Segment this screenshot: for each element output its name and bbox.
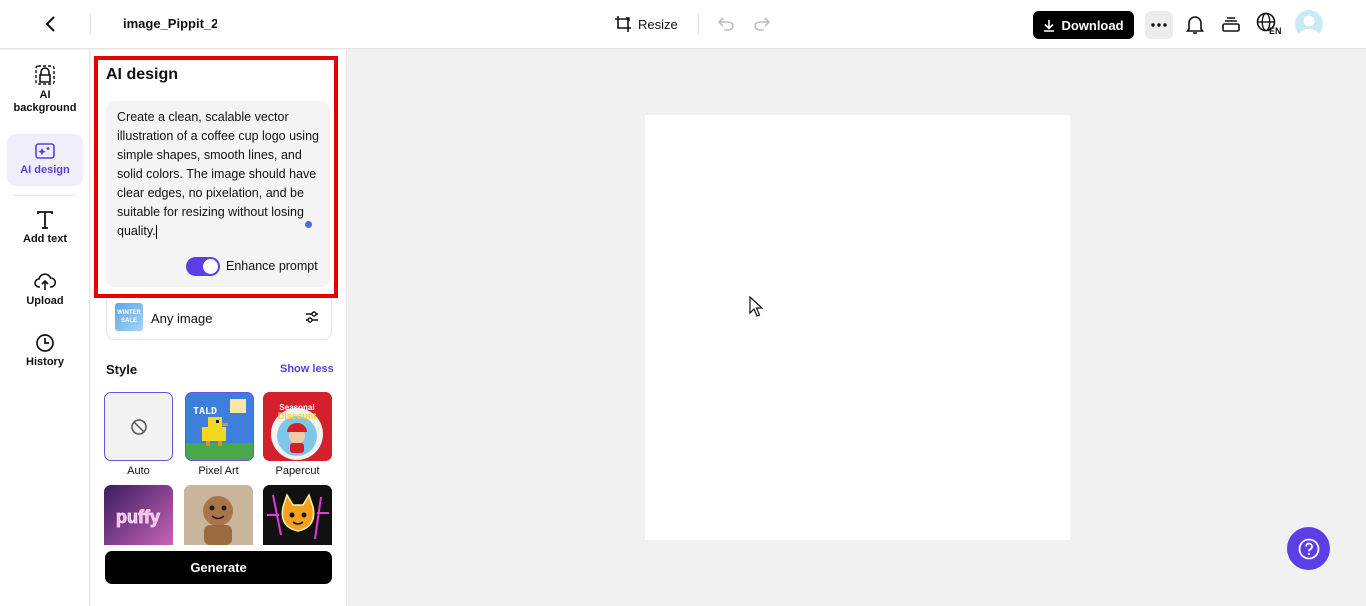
image-type-label: Any image: [151, 311, 213, 326]
rail-divider: [14, 195, 76, 196]
text-cursor: [155, 224, 157, 239]
notifications-button[interactable]: [1182, 12, 1208, 38]
storage-button[interactable]: [1218, 12, 1244, 38]
clay-figure-thumbnail: [184, 485, 253, 545]
no-style-icon: [130, 418, 147, 435]
style-option-neon[interactable]: [263, 485, 332, 545]
style-caption: Papercut: [275, 465, 320, 477]
style-option-papercut[interactable]: Seasonal Discount: [263, 392, 332, 461]
enhance-prompt-toggle[interactable]: [186, 257, 220, 276]
pixel-art-thumbnail: TALD: [186, 393, 253, 460]
generate-button[interactable]: Generate: [105, 551, 332, 584]
prompt-textarea[interactable]: Create a clean, scalable vector illustra…: [117, 108, 327, 241]
rail-item-label: AI design: [20, 164, 70, 176]
download-label: Download: [1061, 17, 1124, 33]
style-section-label: Style: [106, 362, 138, 377]
style-option-auto[interactable]: [104, 392, 173, 461]
mouse-pointer-icon: [749, 296, 763, 317]
more-options-button[interactable]: [1145, 11, 1173, 39]
rail-item-label: History: [26, 356, 64, 368]
rail-item-add-text[interactable]: Add text: [7, 210, 83, 250]
undo-icon: [718, 17, 734, 31]
style-caption: Pixel Art: [198, 465, 239, 477]
stack-icon: [1222, 17, 1240, 32]
papercut-thumbnail: Seasonal Discount: [263, 392, 332, 461]
rail-item-history[interactable]: History: [7, 333, 83, 373]
upload-icon: [34, 273, 56, 290]
project-title[interactable]: image_Pippit_20: [123, 16, 217, 31]
resize-button[interactable]: Resize: [614, 12, 678, 36]
style-caption: Auto: [127, 465, 150, 477]
rail-item-ai-design[interactable]: AI design: [7, 134, 83, 186]
thumbnail-text: WINTER SALE: [117, 310, 141, 324]
ai-design-icon: [35, 143, 55, 159]
style-option-pixel-art[interactable]: TALD: [185, 392, 254, 461]
info-dot-icon: [305, 221, 312, 228]
show-less-link[interactable]: Show less: [280, 363, 334, 375]
style-option-clay[interactable]: [184, 485, 253, 545]
download-button[interactable]: Download: [1033, 11, 1134, 39]
bell-icon: [1186, 16, 1204, 34]
user-avatar-icon: [1298, 15, 1320, 38]
rail-item-label: Add text: [23, 233, 67, 245]
rail-item-ai-background[interactable]: AI background: [7, 64, 83, 120]
svg-text:puffy: puffy: [116, 507, 160, 527]
language-button[interactable]: EN: [1256, 12, 1286, 38]
divider: [90, 14, 91, 34]
back-button[interactable]: [38, 12, 64, 36]
history-icon: [36, 334, 54, 352]
help-icon: [1298, 538, 1319, 559]
svg-text:Discount: Discount: [278, 411, 317, 421]
enhance-prompt-label: Enhance prompt: [226, 259, 318, 273]
language-code: EN: [1269, 26, 1282, 36]
style-option-puffy[interactable]: puffy: [104, 485, 173, 545]
download-icon: [1044, 19, 1055, 32]
neon-cat-thumbnail: [263, 485, 332, 545]
avatar[interactable]: [1295, 10, 1323, 38]
prompt-text: Create a clean, scalable vector illustra…: [117, 110, 319, 238]
redo-icon: [754, 17, 770, 31]
text-icon: [37, 211, 53, 229]
puffy-thumbnail: puffy: [116, 507, 161, 528]
resize-label: Resize: [638, 16, 678, 32]
chevron-left-icon: [45, 16, 55, 32]
svg-text:TALD: TALD: [193, 406, 217, 417]
help-button[interactable]: [1287, 527, 1330, 570]
ai-background-icon: [35, 65, 55, 85]
divider: [698, 14, 699, 34]
rail-item-upload[interactable]: Upload: [7, 272, 83, 312]
resize-icon: [615, 16, 631, 32]
panel-title: AI design: [106, 66, 179, 83]
undo-button[interactable]: [716, 14, 736, 34]
image-type-selector[interactable]: WINTER SALE Any image: [106, 298, 332, 340]
rail-item-label: AI background: [13, 89, 77, 114]
settings-sliders-icon[interactable]: [305, 310, 319, 324]
rail-item-label: Upload: [26, 295, 64, 307]
tool-rail: AI background AI design Add text Upload …: [0, 50, 90, 606]
design-canvas[interactable]: [645, 115, 1070, 540]
image-type-thumbnail: WINTER SALE: [115, 303, 143, 331]
top-bar: image_Pippit_20 Resize Download EN: [0, 0, 1366, 49]
more-icon: [1151, 23, 1167, 27]
redo-button[interactable]: [752, 14, 772, 34]
